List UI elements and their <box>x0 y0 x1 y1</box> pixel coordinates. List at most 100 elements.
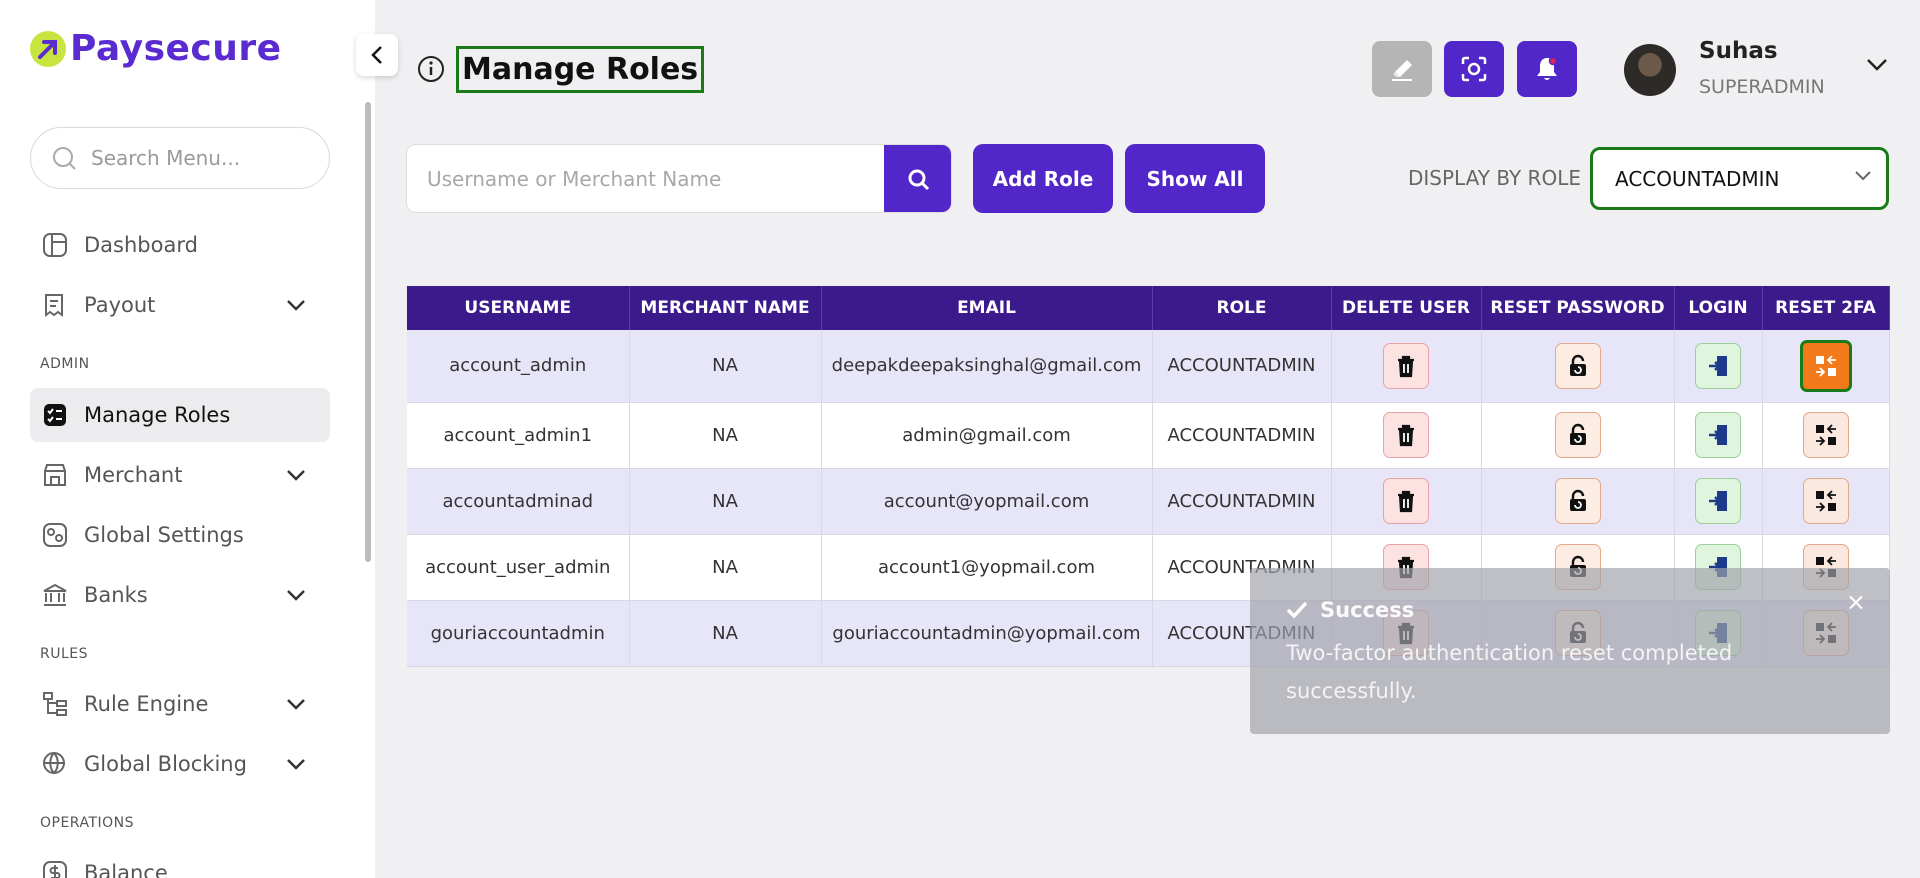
brand-name: Paysecure <box>70 28 282 69</box>
reset-2fa-icon <box>1814 423 1838 447</box>
search-icon <box>908 169 929 190</box>
cell-email: account1@yopmail.com <box>821 534 1153 601</box>
dashboard-icon <box>42 232 68 258</box>
settings-sliders-icon <box>42 522 68 548</box>
cell-delete <box>1331 402 1482 469</box>
sidebar-item-banks[interactable]: Banks <box>30 568 330 622</box>
toast-title: Success <box>1286 598 1414 622</box>
column-header-delete-user: DELETE USER <box>1331 286 1482 330</box>
cell-merchant-name: NA <box>629 600 822 667</box>
logo[interactable]: Paysecure <box>30 28 282 69</box>
cell-username: account_admin1 <box>407 402 630 469</box>
sidebar-item-label: Dashboard <box>84 233 198 257</box>
user-name: Suhas <box>1699 38 1778 64</box>
login-as-user-button[interactable] <box>1695 342 1741 389</box>
column-header-username[interactable]: USERNAME <box>407 286 630 330</box>
column-header-merchant-name[interactable]: MERCHANT NAME <box>629 286 822 330</box>
sidebar-item-label: Balance <box>84 861 168 878</box>
delete-user-button[interactable] <box>1383 412 1429 458</box>
trash-icon <box>1395 423 1417 447</box>
receipt-icon <box>42 292 68 318</box>
column-header-role[interactable]: ROLE <box>1152 286 1332 330</box>
cell-username: accountadminad <box>407 468 630 535</box>
cell-merchant-name: NA <box>629 330 822 403</box>
eraser-button[interactable] <box>1372 41 1432 97</box>
cell-role: ACCOUNTADMIN <box>1152 330 1332 403</box>
add-role-button[interactable]: Add Role <box>973 144 1113 213</box>
info-icon[interactable] <box>417 55 445 83</box>
column-header-email[interactable]: EMAIL <box>821 286 1153 330</box>
column-header-reset-password: RESET PASSWORD <box>1481 286 1675 330</box>
collapse-sidebar-button[interactable] <box>356 34 398 76</box>
sidebar-item-label: Banks <box>84 583 148 607</box>
show-all-button[interactable]: Show All <box>1125 144 1265 213</box>
notifications-button[interactable] <box>1517 41 1577 97</box>
chevron-down-icon <box>1855 171 1871 181</box>
sidebar-item-balance[interactable]: Balance <box>30 846 330 878</box>
hierarchy-icon <box>42 691 68 717</box>
sidebar-item-dashboard[interactable]: Dashboard <box>30 218 330 272</box>
sidebar-search-input[interactable]: Search Menu... <box>30 127 330 189</box>
delete-user-button[interactable] <box>1383 478 1429 524</box>
cell-delete <box>1331 468 1482 535</box>
sidebar-item-global-blocking[interactable]: Global Blocking <box>30 737 330 791</box>
cell-email: account@yopmail.com <box>821 468 1153 535</box>
chevron-down-icon[interactable] <box>1866 58 1888 72</box>
reset-2fa-button[interactable] <box>1802 478 1849 524</box>
cell-merchant-name: NA <box>629 534 822 601</box>
cell-reset-password <box>1481 402 1675 469</box>
reset-password-button[interactable] <box>1554 478 1601 524</box>
chevron-down-icon <box>287 590 305 601</box>
login-as-user-button[interactable] <box>1695 478 1741 524</box>
search-button[interactable] <box>884 145 951 212</box>
login-icon <box>1706 489 1730 513</box>
sidebar-item-merchant[interactable]: Merchant <box>30 448 330 502</box>
toast-message: Two-factor authentication reset complete… <box>1286 641 1733 703</box>
cell-email: admin@gmail.com <box>821 402 1153 469</box>
sidebar: Paysecure Search Menu... Dashboard Payou… <box>0 0 375 878</box>
scan-icon <box>1461 56 1487 82</box>
logo-mark-icon <box>30 30 66 67</box>
reset-2fa-button[interactable] <box>1802 412 1849 458</box>
delete-user-button[interactable] <box>1383 342 1429 389</box>
unlock-icon <box>1567 354 1589 378</box>
reset-2fa-icon <box>1814 489 1838 513</box>
role-select[interactable]: ACCOUNTADMIN <box>1590 147 1889 210</box>
store-icon <box>42 462 68 488</box>
roles-icon <box>42 402 68 428</box>
scan-button[interactable] <box>1444 41 1504 97</box>
success-toast: Success Two-factor authentication reset … <box>1250 568 1890 734</box>
close-icon[interactable]: × <box>1846 588 1866 616</box>
trash-icon <box>1395 354 1417 378</box>
cell-delete <box>1331 330 1482 403</box>
cell-role: ACCOUNTADMIN <box>1152 468 1332 535</box>
sidebar-item-manage-roles[interactable]: Manage Roles <box>30 388 330 442</box>
globe-block-icon <box>42 751 68 777</box>
cell-login <box>1674 468 1763 535</box>
search-icon <box>53 147 76 170</box>
chevron-down-icon <box>287 759 305 770</box>
reset-password-button[interactable] <box>1554 412 1601 458</box>
sidebar-item-rule-engine[interactable]: Rule Engine <box>30 677 330 731</box>
chevron-left-icon <box>371 46 382 64</box>
sidebar-item-label: Global Blocking <box>84 752 247 776</box>
login-as-user-button[interactable] <box>1695 412 1741 458</box>
reset-2fa-button[interactable] <box>1799 339 1852 392</box>
bank-icon <box>42 582 68 608</box>
sidebar-item-label: Payout <box>84 293 156 317</box>
search-input[interactable] <box>407 145 885 212</box>
section-label-rules: RULES <box>40 646 89 662</box>
section-label-operations: OPERATIONS <box>40 815 135 831</box>
sidebar-item-label: Rule Engine <box>84 692 209 716</box>
page-title: Manage Roles <box>456 46 705 93</box>
cell-username: account_user_admin <box>407 534 630 601</box>
table-header-row: USERNAME MERCHANT NAME EMAIL ROLE DELETE… <box>407 286 1890 330</box>
sidebar-scrollbar[interactable] <box>365 102 371 562</box>
avatar[interactable] <box>1624 44 1676 96</box>
sidebar-item-payout[interactable]: Payout <box>30 278 330 332</box>
cell-login <box>1674 402 1763 469</box>
sidebar-item-global-settings[interactable]: Global Settings <box>30 508 330 562</box>
reset-password-button[interactable] <box>1554 342 1601 389</box>
bell-icon <box>1537 56 1558 80</box>
dollar-icon <box>42 860 68 878</box>
